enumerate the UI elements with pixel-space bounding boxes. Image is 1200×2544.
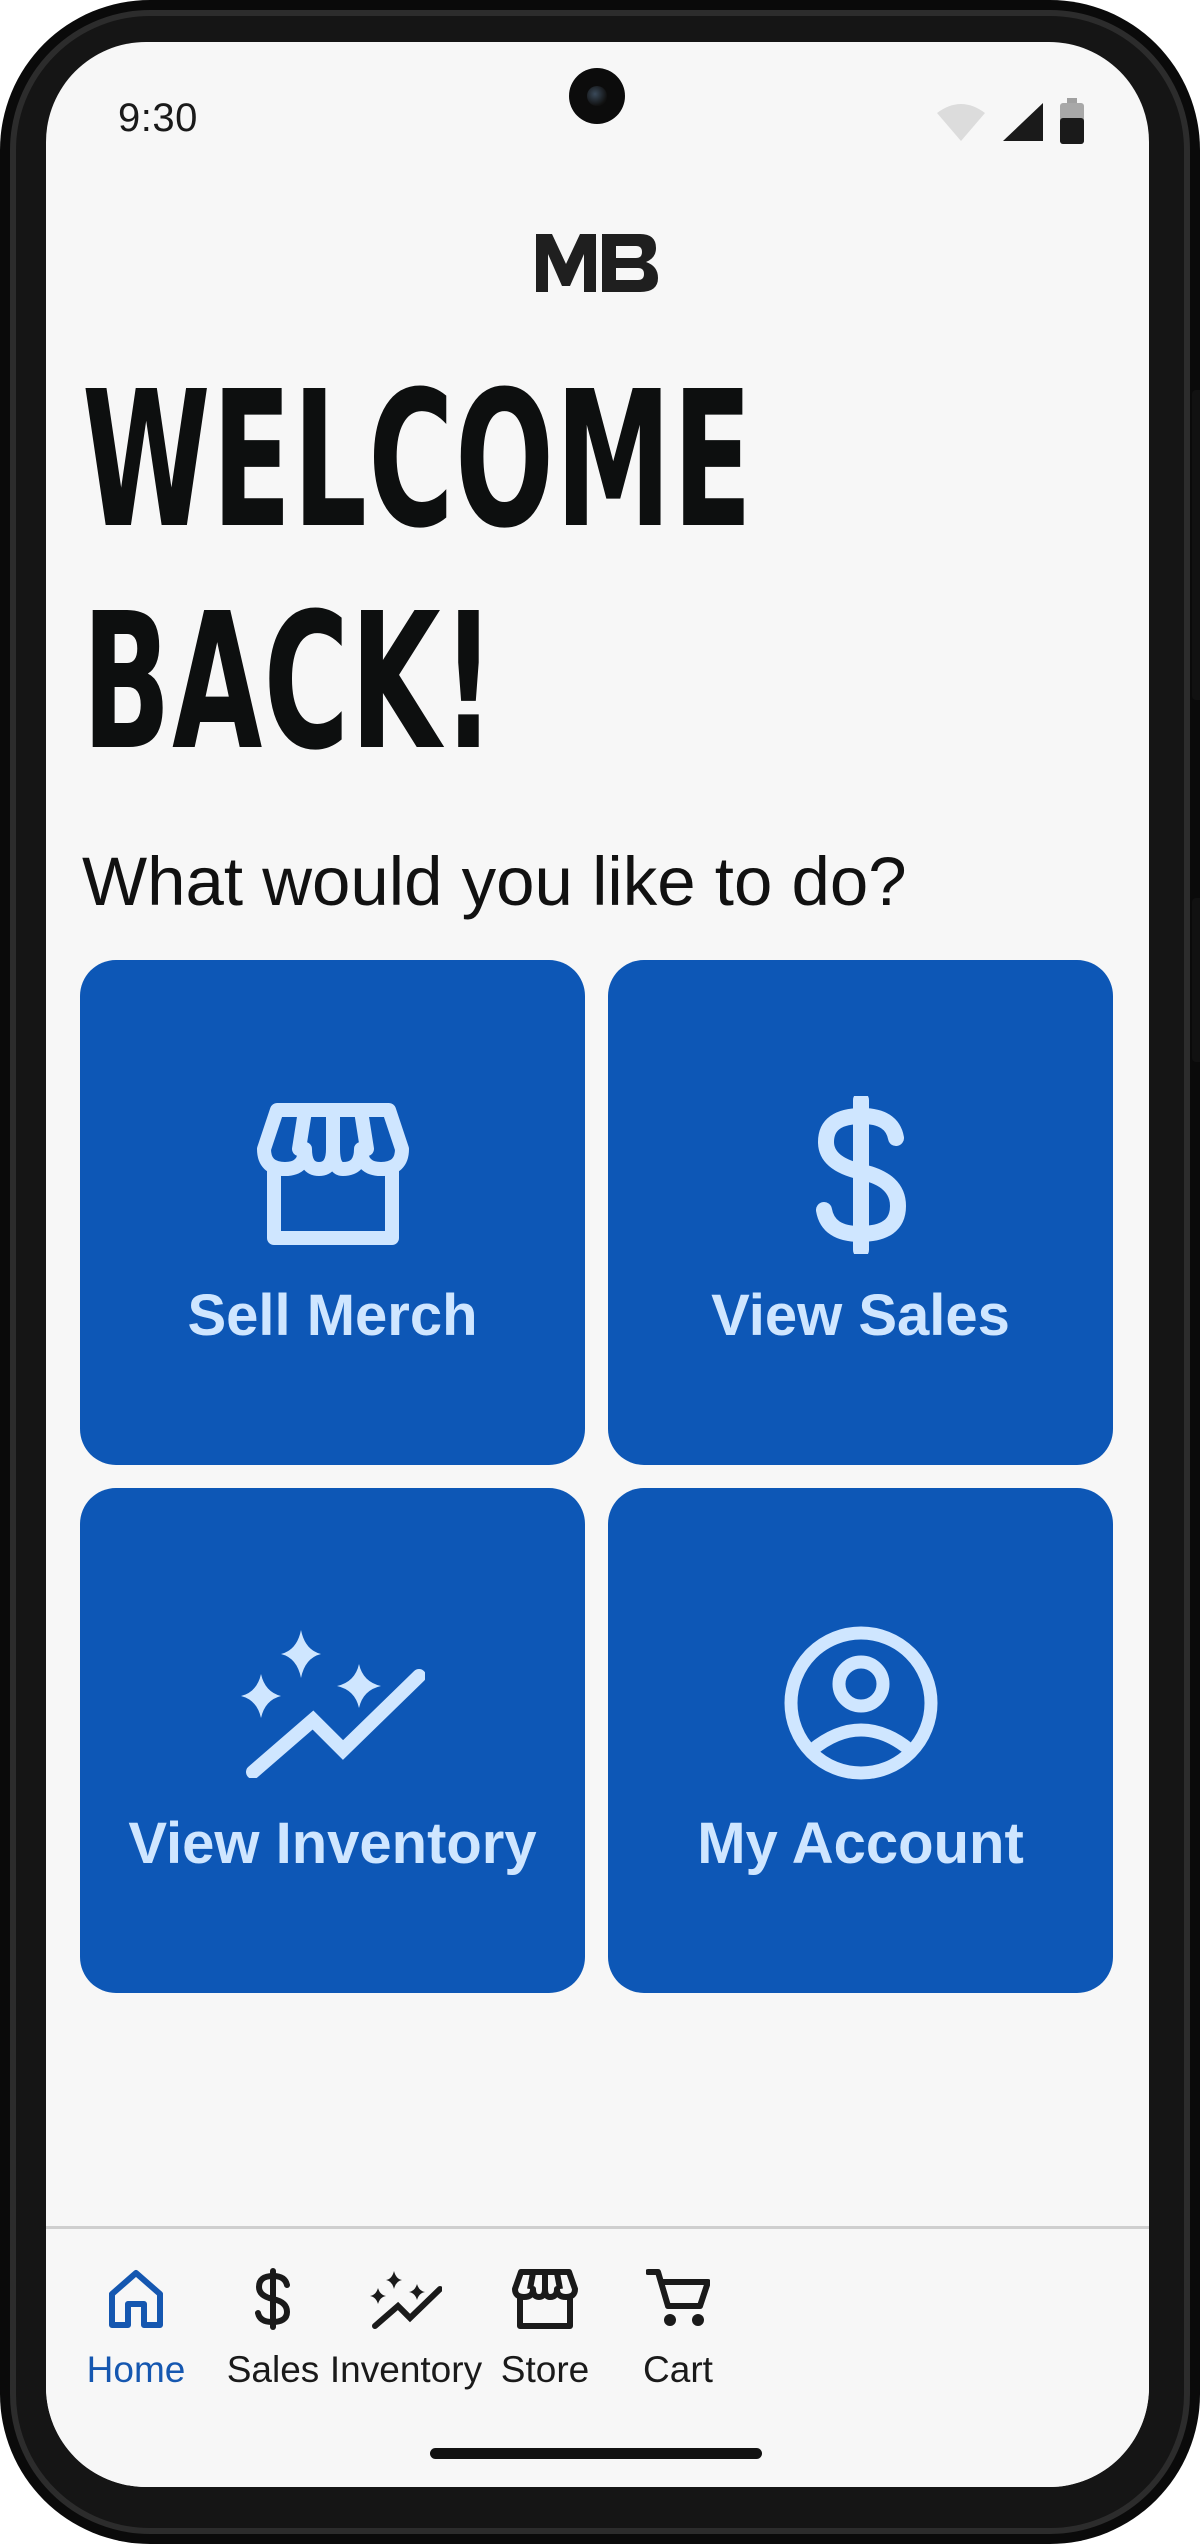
front-camera [569,68,625,124]
my-account-tile[interactable]: My Account [608,1488,1113,1993]
home-indicator[interactable] [430,2448,762,2459]
sell-merch-tile[interactable]: Sell Merch [80,960,585,1465]
cart-icon [588,2259,768,2339]
my-account-label: My Account [697,1811,1024,1876]
volume-button [1192,898,1200,1062]
screen: 9:30 WELCOME BACK! What would you like t… [46,42,1149,2487]
cellular-signal-icon [1001,101,1045,146]
sparkle-trend-icon [240,1626,426,1783]
phone-frame: 9:30 WELCOME BACK! What would you like t… [0,0,1200,2544]
nav-item-cart[interactable]: Cart [588,2259,768,2409]
battery-icon [1059,98,1085,149]
power-button [1192,390,1200,700]
view-sales-tile[interactable]: View Sales [608,960,1113,1465]
brand-logo [532,230,662,296]
welcome-title: WELCOME BACK! [82,351,754,792]
view-sales-label: View Sales [711,1283,1010,1348]
sell-merch-label: Sell Merch [187,1283,478,1348]
status-icons [935,98,1085,149]
storefront-icon [256,1103,409,1250]
account-circle-icon [784,1626,938,1785]
view-inventory-label: View Inventory [128,1811,537,1876]
status-time: 9:30 [118,96,198,140]
dollar-icon [815,1092,906,1259]
wifi-icon [935,101,987,146]
welcome-subtitle: What would you like to do? [82,843,907,920]
view-inventory-tile[interactable]: View Inventory [80,1488,585,1993]
nav-label-cart: Cart [643,2349,713,2390]
